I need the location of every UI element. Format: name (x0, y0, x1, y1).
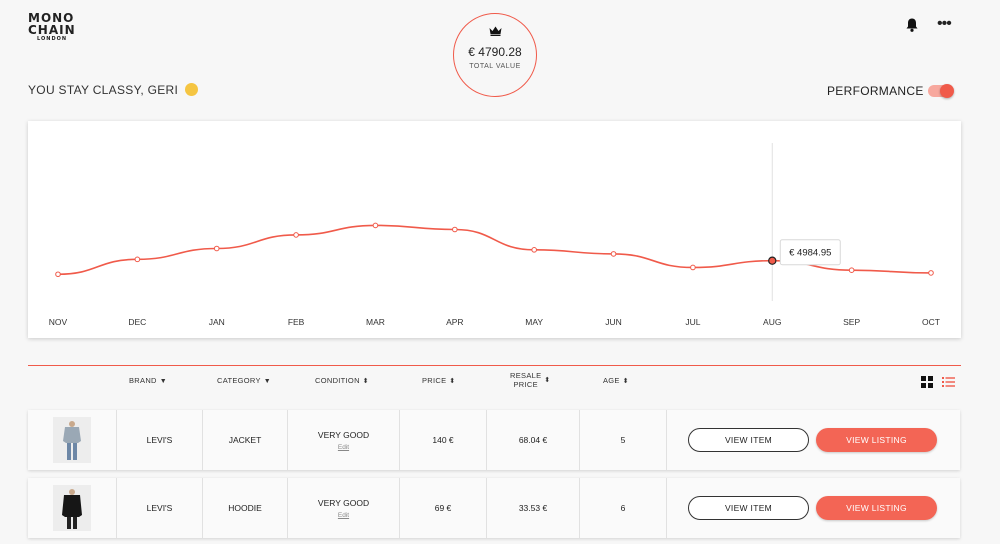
data-point[interactable] (610, 251, 617, 257)
column-header-resale-line1: RESALE (510, 371, 542, 380)
table-divider (28, 365, 961, 366)
performance-toggle[interactable] (928, 84, 954, 98)
edit-condition-link[interactable]: Edit (338, 444, 349, 451)
bell-icon[interactable] (905, 17, 919, 33)
total-value-label: TOTAL VALUE (469, 63, 521, 70)
column-header-resale-line2: PRICE (513, 380, 538, 389)
tooltip-label: € 4984.95 (789, 248, 831, 259)
data-point[interactable] (531, 247, 537, 253)
x-tick-label: MAY (525, 317, 543, 327)
data-point[interactable] (372, 222, 379, 229)
performance-label: PERFORMANCE (827, 84, 924, 98)
data-point-active[interactable] (768, 256, 777, 265)
table-row: LEVI'S HOODIE VERY GOOD Edit 69 € 33.53 … (28, 478, 960, 538)
caret-down-icon: ▼ (263, 378, 272, 385)
brand-cell: LEVI'S (117, 478, 203, 538)
resale-price-value: 33.53 € (518, 503, 548, 513)
sort-icon: ⬍ (362, 378, 369, 385)
performance-toggle-knob (940, 84, 954, 98)
column-header-brand-label: BRAND (129, 376, 157, 385)
data-point[interactable] (452, 226, 458, 233)
resale-price-value: 68.04 € (518, 435, 548, 445)
column-header-age[interactable]: AGE ⬍ (603, 376, 629, 385)
jacket-thumbnail (53, 417, 91, 463)
category-value: JACKET (228, 435, 262, 445)
grid-view-icon[interactable] (921, 376, 933, 388)
column-header-category-label: CATEGORY (217, 376, 261, 385)
condition-cell: VERY GOOD Edit (288, 410, 400, 470)
category-cell: JACKET (203, 410, 288, 470)
edit-condition-link[interactable]: Edit (338, 512, 349, 519)
item-thumbnail-cell[interactable] (28, 478, 117, 538)
condition-value: VERY GOOD (317, 429, 370, 440)
smirk-emoji-icon (184, 83, 198, 96)
x-tick-label: JAN (209, 317, 225, 327)
x-tick-label: JUL (685, 317, 700, 327)
greeting-text: YOU STAY CLASSY, GERI (28, 83, 179, 97)
performance-chart-svg: € 4984.95 NOV DEC JAN FEB MAR APR MAY JUN JUL AUG S… (49, 143, 940, 327)
column-header-price[interactable]: PRICE ⬍ (422, 376, 456, 385)
view-item-button[interactable]: VIEW ITEM (688, 428, 809, 452)
x-tick-label: JUN (605, 317, 622, 327)
category-cell: HOODIE (203, 478, 288, 538)
crown-icon (489, 26, 502, 36)
data-point[interactable] (848, 267, 855, 273)
hoodie-thumbnail (53, 485, 91, 531)
data-point[interactable] (928, 270, 934, 276)
price-value: 69 € (434, 503, 452, 513)
x-tick-label: FEB (288, 317, 305, 327)
column-header-category[interactable]: CATEGORY ▼ (217, 376, 271, 385)
brand-cell: LEVI'S (117, 410, 203, 470)
sort-icon: ⬍ (622, 378, 629, 385)
column-header-brand[interactable]: BRAND ▼ (129, 376, 167, 385)
x-tick-label: SEP (843, 317, 860, 327)
price-value: 140 € (432, 435, 454, 445)
view-item-button[interactable]: VIEW ITEM (688, 496, 809, 520)
condition-value: VERY GOOD (317, 497, 370, 508)
brand-logo[interactable]: MONO CHAIN LONDON (28, 12, 76, 42)
resale-price-cell: 68.04 € (487, 410, 580, 470)
category-value: HOODIE (228, 503, 262, 513)
sort-icon: ⬍ (449, 378, 456, 385)
table-row: LEVI'S JACKET VERY GOOD Edit 140 € 68.04… (28, 410, 960, 470)
age-cell: 5 (580, 410, 667, 470)
age-value: 6 (620, 503, 626, 513)
data-point[interactable] (134, 256, 141, 263)
age-cell: 6 (580, 478, 667, 538)
x-tick-label: OCT (922, 317, 940, 327)
x-tick-label: APR (446, 317, 463, 327)
data-point[interactable] (293, 232, 299, 238)
brand-logo-line2: CHAIN (28, 23, 76, 37)
greeting: YOU STAY CLASSY, GERI (28, 83, 198, 97)
view-listing-button[interactable]: VIEW LISTING (816, 428, 937, 452)
column-header-resale-price[interactable]: RESALE PRICE ⬍ (510, 371, 551, 389)
x-tick-label: NOV (49, 317, 68, 327)
total-value-amount: € 4790.28 (468, 45, 522, 59)
x-tick-label: DEC (128, 317, 146, 327)
data-point[interactable] (55, 271, 61, 278)
sort-icon: ⬍ (544, 376, 551, 384)
caret-down-icon: ▼ (159, 378, 167, 385)
data-point[interactable] (213, 245, 220, 252)
resale-price-cell: 33.53 € (487, 478, 580, 538)
performance-chart: € 4984.95 NOV DEC JAN FEB MAR APR MAY JUN JUL AUG S… (28, 121, 961, 338)
x-tick-label: AUG (763, 317, 781, 327)
list-view-icon[interactable] (942, 376, 955, 388)
brand-value: LEVI'S (146, 503, 173, 513)
more-options-icon[interactable]: ••• (937, 15, 952, 33)
brand-value: LEVI'S (146, 435, 173, 445)
price-cell: 69 € (400, 478, 487, 538)
item-thumbnail-cell[interactable] (28, 410, 117, 470)
x-tick-label: MAR (366, 317, 385, 327)
view-listing-button[interactable]: VIEW LISTING (816, 496, 937, 520)
total-value-badge: € 4790.28 TOTAL VALUE (453, 13, 537, 97)
price-cell: 140 € (400, 410, 487, 470)
column-header-condition[interactable]: CONDITION ⬍ (315, 376, 369, 385)
data-point[interactable] (690, 264, 696, 271)
column-header-condition-label: CONDITION (315, 376, 360, 385)
condition-cell: VERY GOOD Edit (288, 478, 400, 538)
column-header-price-label: PRICE (422, 376, 447, 385)
age-value: 5 (620, 435, 626, 445)
column-header-age-label: AGE (603, 376, 620, 385)
